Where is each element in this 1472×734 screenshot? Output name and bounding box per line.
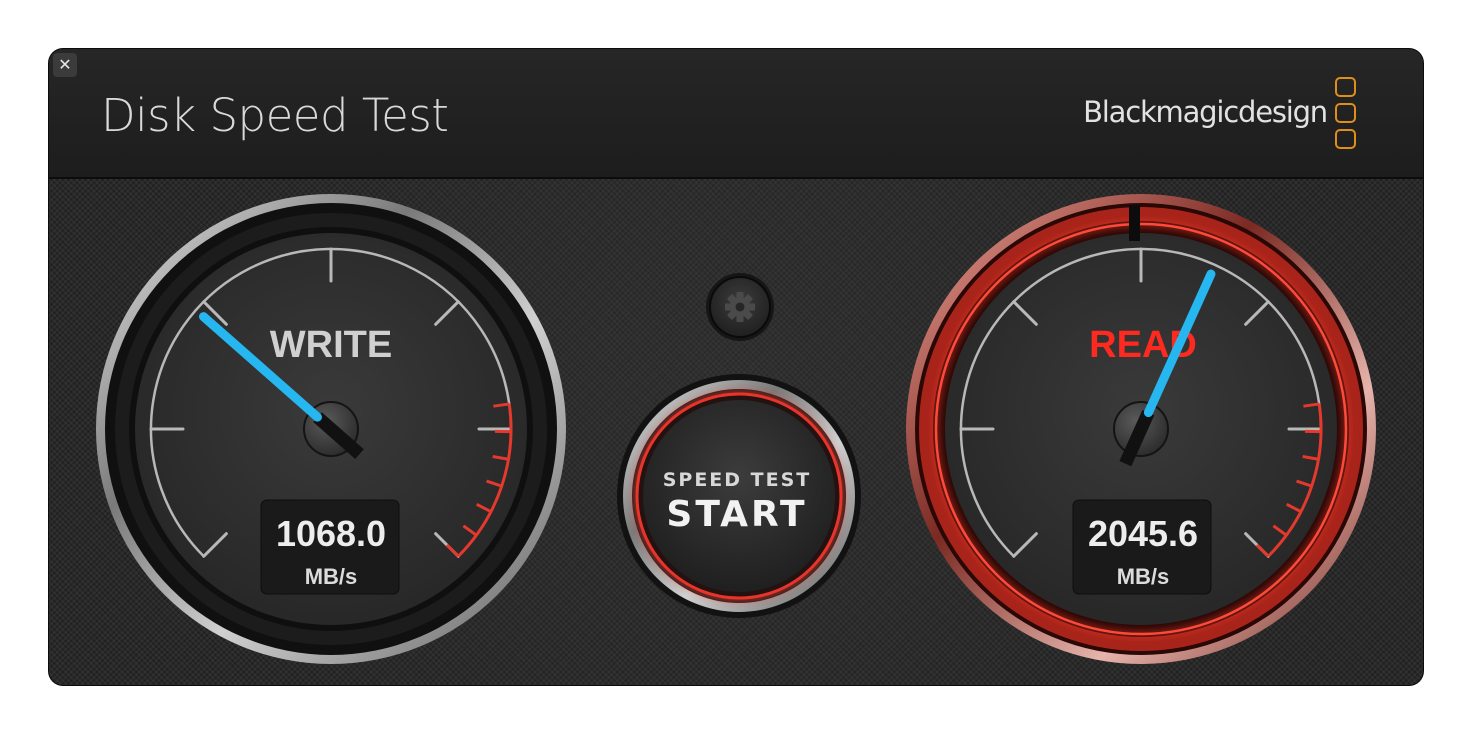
start-button-line2: START: [666, 494, 807, 535]
read-gauge: READ 2045.6 MB/s: [906, 194, 1376, 664]
settings-button[interactable]: [706, 273, 774, 341]
read-speed-unit: MB/s: [1117, 564, 1170, 589]
write-gauge: WRITE 1068.0 MB/s: [96, 194, 566, 664]
write-speed-unit: MB/s: [305, 564, 358, 589]
write-gauge-label: WRITE: [270, 324, 392, 366]
speed-test-start-button[interactable]: SPEED TEST START: [617, 374, 861, 618]
read-peak-marker: [1129, 205, 1140, 241]
app-window: ✕ Disk Speed Test Blackmagicdesign WRITE…: [49, 49, 1423, 685]
gear-icon: [725, 292, 755, 322]
gauge-stage: WRITE 1068.0 MB/s READ 2045.6 MB/s SPEED…: [96, 194, 1376, 664]
read-speed-value: 2045.6: [1088, 513, 1198, 554]
start-button-line1: SPEED TEST: [663, 469, 812, 491]
write-speed-value: 1068.0: [276, 513, 386, 554]
